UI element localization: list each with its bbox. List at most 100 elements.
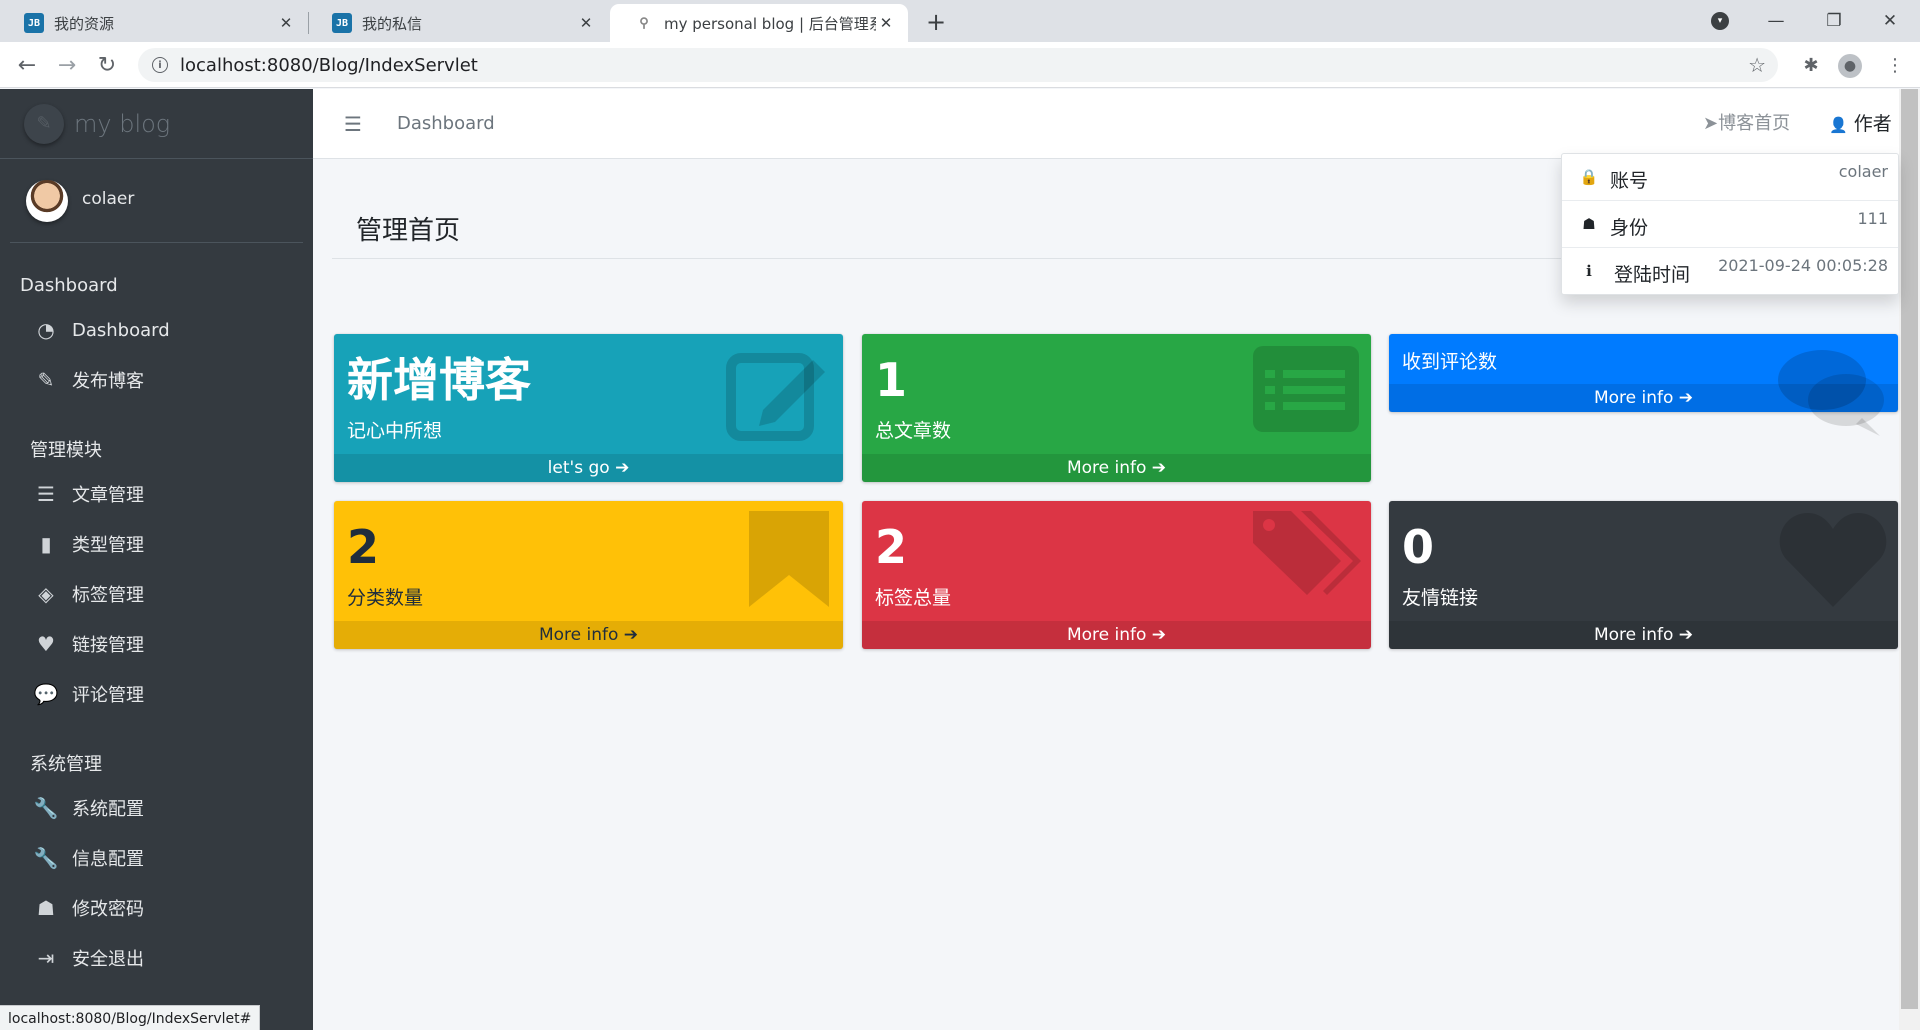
sidebar-item-comments[interactable]: 💬 评论管理: [0, 669, 313, 719]
reload-icon[interactable]: ↻: [92, 50, 122, 80]
sidebar-item-dashboard[interactable]: ◔ Dashboard: [0, 305, 313, 355]
page-title: 管理首页: [356, 216, 461, 246]
tab-title: 我的私信: [362, 14, 423, 33]
back-icon[interactable]: ←: [12, 50, 42, 80]
link-label: More info: [1066, 458, 1147, 478]
sidebar-item-label: 标签管理: [72, 585, 144, 606]
link-label: let's go: [547, 458, 610, 478]
hamburger-icon[interactable]: ☰: [341, 112, 365, 136]
forward-icon[interactable]: →: [52, 50, 82, 80]
box-subtitle: 记心中所想: [347, 420, 443, 442]
more-info-link[interactable]: More info ➔: [1389, 384, 1898, 412]
box-subtitle: 总文章数: [875, 420, 952, 442]
box-value: 2: [347, 520, 380, 574]
menu-icon[interactable]: ⋮: [1880, 50, 1910, 80]
more-info-link[interactable]: More info ➔: [862, 621, 1371, 649]
arrow-circle-right-icon: ➔: [615, 458, 630, 478]
more-info-link[interactable]: More info ➔: [1389, 621, 1898, 649]
link-label: More info: [1593, 625, 1674, 645]
browser-tab[interactable]: JB 我的私信 ✕: [308, 4, 608, 42]
sidebar-item-links[interactable]: ♥ 链接管理: [0, 619, 313, 669]
wrench-icon: 🔧: [33, 846, 59, 870]
dropdown-value: 111: [1857, 209, 1888, 228]
dropdown-item-role[interactable]: ☗ 身份 111: [1562, 201, 1898, 248]
tachometer-icon: ◔: [37, 318, 55, 342]
dropdown-item-account[interactable]: 🔒 账号 colaer: [1562, 154, 1898, 201]
dropdown-label: 账号: [1610, 170, 1649, 192]
categories-box: 2 分类数量 More info ➔: [334, 501, 843, 649]
box-value: 0: [1402, 520, 1435, 574]
author-menu[interactable]: 👤 作者: [1829, 109, 1892, 140]
browser-tab-bar: JB 我的资源 ✕ JB 我的私信 ✕ ⚲ my personal blog |…: [0, 0, 1920, 42]
sidebar-item-label: 安全退出: [72, 949, 144, 970]
tags-icon: ◈: [38, 582, 54, 606]
sidebar-item-tags[interactable]: ◈ 标签管理: [0, 569, 313, 619]
brand-name: my blog: [74, 109, 171, 138]
sidebar-item-types[interactable]: ▮ 类型管理: [0, 519, 313, 569]
dropdown-item-login-time[interactable]: ℹ 登陆时间 2021-09-24 00:05:28: [1562, 248, 1898, 295]
sidebar-item-publish[interactable]: ✎ 发布博客: [0, 355, 313, 405]
minimize-button[interactable]: —: [1756, 4, 1796, 38]
dropdown-value: 2021-09-24 00:05:28: [1718, 256, 1888, 275]
jb-icon: JB: [332, 13, 352, 33]
scrollbar-thumb[interactable]: [1901, 89, 1918, 1009]
user-icon: 👤: [1829, 116, 1848, 134]
close-icon[interactable]: ✕: [276, 13, 296, 33]
window-close-button[interactable]: ✕: [1870, 4, 1910, 38]
breadcrumb[interactable]: Dashboard: [397, 109, 495, 139]
sidebar: ✎ my blog colaer Dashboard ◔ Dashboard ✎…: [0, 89, 313, 1030]
restore-button[interactable]: ❐: [1814, 4, 1854, 38]
nav-header: Dashboard: [20, 274, 118, 296]
more-info-link[interactable]: More info ➔: [334, 621, 843, 649]
browser-tab-active[interactable]: ⚲ my personal blog | 后台管理系 ✕: [610, 4, 908, 42]
lets-go-link[interactable]: let's go ➔: [334, 454, 843, 482]
sidebar-item-info-config[interactable]: 🔧 信息配置: [0, 833, 313, 883]
brand[interactable]: ✎ my blog: [0, 89, 313, 159]
scrollbar[interactable]: [1899, 89, 1920, 1030]
star-icon[interactable]: ☆: [1748, 53, 1766, 77]
wrench-icon: 🔧: [33, 796, 59, 820]
info-circle-icon: ℹ: [1586, 262, 1592, 280]
arrow-circle-right-icon: ➔: [1678, 625, 1694, 645]
sidebar-item-label: 链接管理: [72, 635, 144, 656]
user-name: colaer: [82, 188, 135, 209]
paper-plane-icon: ➤: [1703, 113, 1719, 134]
author-label: 作者: [1853, 113, 1892, 135]
box-value: 2: [875, 520, 908, 574]
sidebar-item-label: 文章管理: [72, 485, 144, 506]
blog-home-link[interactable]: ➤博客首页: [1703, 109, 1790, 139]
box-title: 新增博客: [347, 353, 531, 407]
sidebar-item-label: Dashboard: [72, 319, 170, 341]
link-label: More info: [538, 625, 619, 645]
close-icon[interactable]: ✕: [876, 13, 896, 33]
sidebar-item-logout[interactable]: ⇥ 安全退出: [0, 933, 313, 983]
sidebar-item-label: 修改密码: [72, 899, 144, 920]
more-info-link[interactable]: More info ➔: [862, 454, 1371, 482]
browser-tab[interactable]: JB 我的资源 ✕: [0, 4, 308, 42]
new-tab-button[interactable]: +: [922, 8, 950, 36]
user-panel[interactable]: colaer: [10, 159, 303, 243]
sidebar-item-change-password[interactable]: ☗ 修改密码: [0, 883, 313, 933]
new-blog-box: 新增博客 记心中所想 let's go ➔: [334, 334, 843, 482]
lock-icon: 🔒: [1579, 168, 1599, 186]
box-subtitle: 标签总量: [875, 587, 952, 609]
box-subtitle: 友情链接: [1402, 587, 1479, 609]
profile-icon[interactable]: ●: [1838, 54, 1862, 78]
dropdown-label: 登陆时间: [1614, 264, 1691, 286]
info-icon[interactable]: i: [152, 57, 168, 73]
sidebar-item-system-config[interactable]: 🔧 系统配置: [0, 783, 313, 833]
box-value: 1: [875, 353, 908, 407]
tab-title: 我的资源: [54, 14, 115, 33]
comments-icon: 💬: [33, 682, 59, 706]
sidebar-item-articles[interactable]: ☰ 文章管理: [0, 469, 313, 519]
bookmark-icon: [749, 511, 829, 607]
extensions-icon[interactable]: ✱: [1796, 50, 1826, 80]
sign-out-icon: ⇥: [37, 946, 55, 970]
comments-box: 收到评论数 More info ➔: [1389, 334, 1898, 436]
address-bar: ← → ↻ i localhost:8080/Blog/IndexServlet…: [0, 42, 1920, 88]
url-input[interactable]: i localhost:8080/Blog/IndexServlet ☆: [138, 48, 1778, 82]
link-label: More info: [1066, 625, 1147, 645]
close-icon[interactable]: ✕: [576, 13, 596, 33]
tab-search-icon[interactable]: ▾: [1711, 12, 1729, 30]
arrow-circle-right-icon: ➔: [1151, 625, 1167, 645]
